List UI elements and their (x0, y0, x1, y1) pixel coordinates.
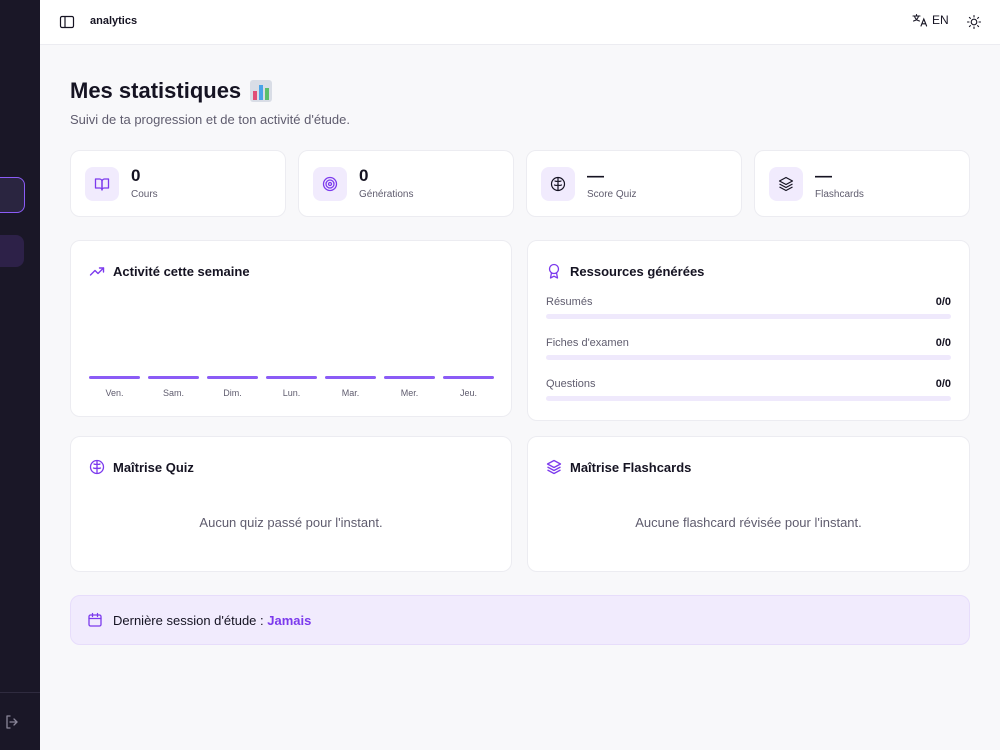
brain-icon (89, 459, 105, 475)
language-switch[interactable]: EN (912, 13, 949, 27)
sun-icon[interactable] (966, 14, 982, 30)
resources-title: Ressources générées (570, 263, 705, 279)
stat-card-courses: 0 Cours (70, 150, 286, 217)
last-session-banner: Dernière session d'étude : Jamais (70, 595, 970, 645)
resource-progress-track (546, 355, 951, 360)
page-subtitle: Suivi de ta progression et de ton activi… (70, 112, 350, 127)
calendar-icon (88, 612, 102, 627)
activity-bar (148, 376, 199, 379)
translate-icon (912, 13, 928, 27)
resource-row-exam-sheets: Fiches d'examen 0/0 (546, 337, 951, 360)
resource-row-questions: Questions 0/0 (546, 378, 951, 401)
activity-bar (266, 376, 317, 379)
stat-label: Score Quiz (587, 189, 637, 200)
quiz-mastery-title: Maîtrise Quiz (113, 459, 194, 475)
flashcard-empty-message: Aucune flashcard révisée pour l'instant. (635, 515, 862, 530)
stat-value: — (587, 166, 604, 185)
stat-value: 0 (359, 166, 369, 185)
stat-card-generations: 0 Générations (298, 150, 514, 217)
page-breadcrumb: analytics (90, 15, 138, 27)
trending-up-icon (89, 267, 105, 276)
last-session-label: Dernière session d'étude : (113, 612, 264, 628)
stat-card-quiz-score: — Score Quiz (526, 150, 742, 217)
activity-day-label: Ven. (105, 388, 124, 398)
logout-icon[interactable] (4, 714, 20, 730)
flashcard-mastery-card: Maîtrise Flashcards Aucune flashcard rév… (527, 436, 970, 572)
stat-label: Générations (359, 189, 414, 200)
activity-day-label: Jeu. (459, 388, 477, 398)
top-bar: analytics EN (40, 0, 1000, 45)
sidebar-toggle-icon[interactable] (59, 14, 75, 30)
activity-day-label: Dim. (223, 388, 242, 398)
resources-card: Ressources générées Résumés 0/0 Fiches d'… (527, 240, 970, 421)
resource-progress-track (546, 314, 951, 319)
stat-value: 0 (131, 166, 141, 185)
activity-day-label: Lun. (282, 388, 301, 398)
stat-value: — (815, 166, 832, 185)
sidebar-item-analytics[interactable] (0, 235, 24, 267)
activity-bar (207, 376, 258, 379)
activity-title: Activité cette semaine (113, 263, 250, 279)
language-code: EN (932, 13, 949, 27)
activity-bar (89, 376, 140, 379)
book-open-icon (94, 178, 110, 191)
activity-bar (325, 376, 376, 379)
stat-label: Cours (131, 189, 158, 200)
award-icon (548, 263, 560, 279)
activity-card: Activité cette semaine Ven. Sam. Dim. Lun. M… (70, 240, 512, 417)
layers-icon (546, 459, 562, 475)
sidebar-item-active[interactable] (0, 177, 25, 213)
activity-bar (443, 376, 494, 379)
resource-progress-track (546, 396, 951, 401)
sidebar (0, 0, 40, 750)
activity-bars (89, 376, 494, 379)
quiz-empty-message: Aucun quiz passé pour l'instant. (199, 515, 383, 530)
sidebar-divider (0, 692, 40, 693)
quiz-mastery-card: Maîtrise Quiz Aucun quiz passé pour l'in… (70, 436, 512, 572)
target-icon (322, 176, 338, 192)
activity-day-label: Mar. (341, 388, 360, 398)
stat-label: Flashcards (815, 189, 864, 200)
stat-card-flashcards: — Flashcards (754, 150, 970, 217)
resource-row-summaries: Résumés 0/0 (546, 296, 951, 319)
bar-chart-emoji-icon (250, 80, 273, 102)
activity-bar (384, 376, 435, 379)
activity-day-label: Sam. (162, 388, 184, 398)
activity-day-label: Mer. (400, 388, 419, 398)
last-session-value: Jamais (267, 612, 312, 628)
flashcard-mastery-title: Maîtrise Flashcards (570, 459, 692, 475)
layers-icon (778, 176, 794, 192)
brain-icon (550, 176, 566, 192)
page-title: Mes statistiques (70, 78, 273, 104)
